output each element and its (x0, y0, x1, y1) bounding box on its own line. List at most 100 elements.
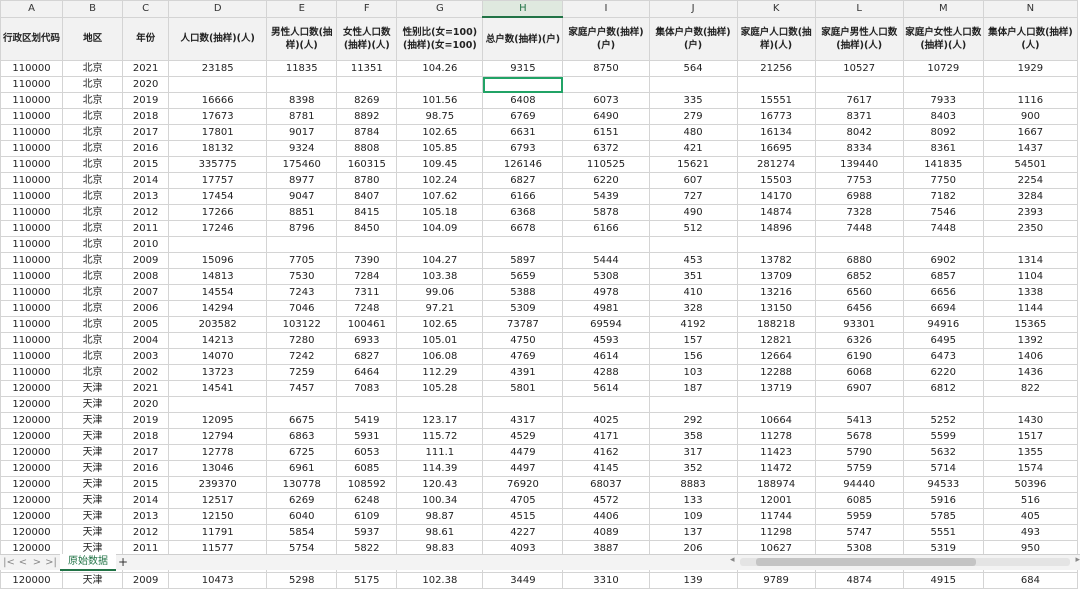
table-cell[interactable]: 106.08 (396, 348, 484, 365)
table-cell[interactable]: 98.87 (396, 508, 484, 525)
table-cell[interactable]: 1667 (982, 124, 1079, 141)
table-cell[interactable]: 120000 (0, 396, 64, 413)
table-cell[interactable] (336, 76, 398, 93)
table-cell[interactable]: 239370 (168, 476, 268, 493)
table-cell[interactable]: 110000 (0, 316, 64, 333)
table-cell[interactable] (814, 76, 904, 93)
table-cell[interactable]: 5309 (482, 300, 564, 317)
table-cell[interactable]: 2393 (982, 204, 1079, 221)
table-cell[interactable]: 北京 (62, 124, 124, 141)
table-cell[interactable]: 1392 (982, 332, 1079, 349)
table-cell[interactable]: 6907 (814, 380, 904, 397)
scroll-left-icon[interactable]: ◂ (730, 555, 735, 565)
table-cell[interactable]: 9789 (736, 572, 816, 589)
table-cell[interactable] (814, 236, 904, 253)
table-cell[interactable] (562, 76, 650, 93)
table-cell[interactable]: 7448 (814, 220, 904, 237)
table-cell[interactable]: 北京 (62, 108, 124, 125)
table-cell[interactable]: 4874 (814, 572, 904, 589)
table-cell[interactable]: 564 (648, 60, 738, 77)
table-cell[interactable]: 6464 (336, 364, 398, 381)
table-cell[interactable] (982, 76, 1079, 93)
table-cell[interactable]: 480 (648, 124, 738, 141)
table-cell[interactable]: 490 (648, 204, 738, 221)
table-cell[interactable]: 2012 (122, 524, 170, 541)
table-cell[interactable]: 5785 (902, 508, 984, 525)
table-cell[interactable]: 110000 (0, 364, 64, 381)
table-cell[interactable]: 358 (648, 428, 738, 445)
table-cell[interactable] (736, 76, 816, 93)
table-cell[interactable]: 110000 (0, 124, 64, 141)
table-cell[interactable]: 北京 (62, 188, 124, 205)
table-cell[interactable]: 5614 (562, 380, 650, 397)
table-cell[interactable]: 8361 (902, 140, 984, 157)
table-cell[interactable]: 12664 (736, 348, 816, 365)
table-cell[interactable]: 12288 (736, 364, 816, 381)
table-cell[interactable]: 17801 (168, 124, 268, 141)
table-cell[interactable]: 6269 (266, 492, 338, 509)
table-cell[interactable]: 4089 (562, 524, 650, 541)
table-cell[interactable]: 133 (648, 492, 738, 509)
table-cell[interactable]: 1314 (982, 252, 1079, 269)
table-cell[interactable]: 279 (648, 108, 738, 125)
table-cell[interactable]: 7705 (266, 252, 338, 269)
table-cell[interactable]: 120000 (0, 508, 64, 525)
table-cell[interactable]: 7259 (266, 364, 338, 381)
table-cell[interactable]: 103122 (266, 316, 338, 333)
table-cell[interactable]: 4614 (562, 348, 650, 365)
table-cell[interactable]: 103.38 (396, 268, 484, 285)
field-header-cell[interactable]: 人口数(抽样)(人) (168, 16, 268, 61)
field-header-cell[interactable]: 性别比(女=100)(抽样)(女=100) (396, 16, 484, 61)
table-cell[interactable]: 98.75 (396, 108, 484, 125)
table-cell[interactable]: 105.28 (396, 380, 484, 397)
table-cell[interactable]: 101.56 (396, 92, 484, 109)
table-cell[interactable]: 120000 (0, 492, 64, 509)
table-cell[interactable]: 5444 (562, 252, 650, 269)
table-cell[interactable]: 50396 (982, 476, 1079, 493)
table-cell[interactable]: 110000 (0, 188, 64, 205)
table-cell[interactable]: 5937 (336, 524, 398, 541)
table-cell[interactable] (266, 396, 338, 413)
table-cell[interactable]: 北京 (62, 92, 124, 109)
table-cell[interactable]: 4025 (562, 412, 650, 429)
table-cell[interactable]: 421 (648, 140, 738, 157)
table-cell[interactable]: 114.39 (396, 460, 484, 477)
column-header-l[interactable]: L (814, 0, 904, 18)
table-cell[interactable]: 328 (648, 300, 738, 317)
table-cell[interactable]: 8977 (266, 172, 338, 189)
table-cell[interactable] (336, 396, 398, 413)
table-cell[interactable]: 405 (982, 508, 1079, 525)
scrollbar-thumb[interactable] (756, 558, 976, 566)
table-cell[interactable]: 6368 (482, 204, 564, 221)
table-cell[interactable]: 5175 (336, 572, 398, 589)
table-cell[interactable]: 10473 (168, 572, 268, 589)
table-cell[interactable]: 17454 (168, 188, 268, 205)
table-cell[interactable]: 6490 (562, 108, 650, 125)
table-cell[interactable]: 2021 (122, 380, 170, 397)
table-cell[interactable]: 6220 (902, 364, 984, 381)
table-cell[interactable]: 1116 (982, 92, 1079, 109)
table-cell[interactable]: 112.29 (396, 364, 484, 381)
table-cell[interactable]: 14070 (168, 348, 268, 365)
column-header-k[interactable]: K (736, 0, 816, 18)
table-cell[interactable]: 4317 (482, 412, 564, 429)
table-cell[interactable]: 110525 (562, 156, 650, 173)
table-cell[interactable]: 4572 (562, 492, 650, 509)
table-cell[interactable]: 7753 (814, 172, 904, 189)
table-cell[interactable]: 102.24 (396, 172, 484, 189)
table-cell[interactable]: 8398 (266, 92, 338, 109)
table-cell[interactable]: 2013 (122, 188, 170, 205)
table-cell[interactable]: 8450 (336, 220, 398, 237)
table-cell[interactable]: 2015 (122, 156, 170, 173)
table-cell[interactable]: 6220 (562, 172, 650, 189)
table-cell[interactable]: 6656 (902, 284, 984, 301)
table-cell[interactable]: 160315 (336, 156, 398, 173)
table-cell[interactable] (482, 76, 564, 93)
column-header-m[interactable]: M (902, 0, 984, 18)
table-cell[interactable]: 11351 (336, 60, 398, 77)
table-cell[interactable]: 4529 (482, 428, 564, 445)
table-cell[interactable]: 5959 (814, 508, 904, 525)
table-cell[interactable] (266, 236, 338, 253)
table-cell[interactable]: 94440 (814, 476, 904, 493)
table-cell[interactable]: 5388 (482, 284, 564, 301)
